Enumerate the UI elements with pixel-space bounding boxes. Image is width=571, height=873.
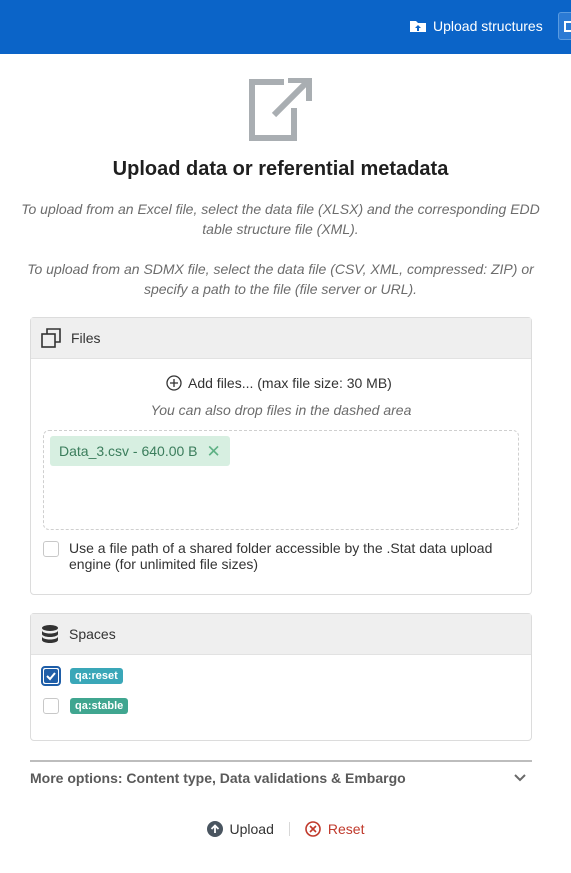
spaces-panel: Spaces qa:reset qa:stable [30, 613, 532, 741]
files-panel-header: Files [31, 318, 531, 359]
top-bar: Upload structures [0, 0, 571, 54]
action-separator [288, 822, 290, 836]
space-badge-qa-reset: qa:reset [70, 668, 123, 684]
copy-icon [41, 328, 61, 348]
space-checkbox-qa-stable[interactable] [43, 698, 59, 714]
cancel-circle-icon [305, 821, 321, 837]
shared-path-checkbox[interactable] [43, 541, 59, 557]
checkmark-icon [44, 669, 58, 683]
upload-structures-label: Upload structures [433, 18, 543, 34]
more-options-toggle[interactable]: More options: Content type, Data validat… [30, 760, 532, 794]
drop-hint: You can also drop files in the dashed ar… [150, 402, 412, 418]
add-files-label: Add files... (max file size: 30 MB) [188, 375, 392, 391]
add-files-button[interactable]: Add files... (max file size: 30 MB) [166, 375, 392, 391]
file-chip-label: Data_3.csv - 640.00 B [59, 443, 198, 459]
upload-label: Upload [229, 821, 274, 837]
plus-circle-icon [166, 375, 182, 391]
upload-structures-button[interactable]: Upload structures [409, 15, 543, 37]
upload-arrow-icon [206, 821, 223, 837]
files-panel-title: Files [71, 330, 101, 346]
spaces-panel-title: Spaces [69, 626, 116, 642]
space-badge-qa-stable: qa:stable [70, 698, 129, 714]
shared-path-label: Use a file path of a shared folder acces… [69, 540, 493, 572]
external-link-icon [249, 78, 312, 141]
database-icon [42, 625, 58, 643]
space-option-qa-stable: qa:stable [41, 698, 129, 714]
reset-button[interactable]: Reset [305, 821, 365, 837]
file-dropzone[interactable]: Data_3.csv - 640.00 B ✕ [43, 430, 519, 530]
page-title: Upload data or referential metadata [112, 158, 449, 180]
remove-file-icon[interactable]: ✕ [207, 443, 221, 460]
file-chip: Data_3.csv - 640.00 B ✕ [50, 436, 230, 466]
spaces-panel-header: Spaces [31, 614, 531, 655]
sdmx-upload-description: To upload from an SDMX file, select the … [27, 261, 534, 297]
space-option-qa-reset: qa:reset [41, 666, 123, 686]
upload-folder-icon [410, 21, 426, 32]
reset-label: Reset [327, 821, 365, 837]
chevron-down-icon [514, 774, 526, 782]
topbar-menu-button[interactable] [558, 12, 571, 40]
excel-upload-description: To upload from an Excel file, select the… [21, 201, 540, 237]
panel-icon [564, 21, 571, 32]
shared-path-option: Use a file path of a shared folder acces… [43, 540, 523, 572]
action-bar: Upload Reset [0, 821, 571, 837]
upload-button[interactable]: Upload [206, 821, 274, 837]
space-checkbox-qa-reset[interactable] [41, 666, 61, 686]
more-options-label: More options: Content type, Data validat… [30, 770, 406, 786]
files-panel: Files Add files... (max file size: 30 MB… [30, 317, 532, 595]
